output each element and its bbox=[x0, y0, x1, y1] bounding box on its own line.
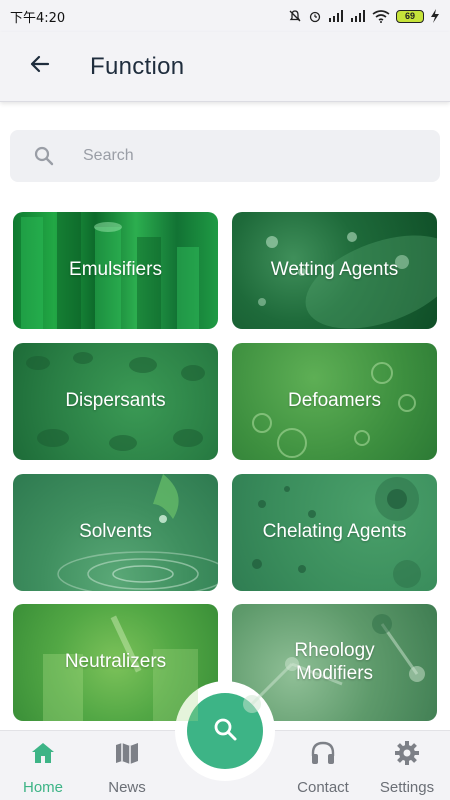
card-label: Neutralizers bbox=[64, 651, 167, 673]
alarm-icon bbox=[308, 9, 322, 23]
status-bar: 下午4:20 69 bbox=[0, 0, 450, 32]
battery-indicator: 69 bbox=[396, 9, 424, 23]
signal-icon-2 bbox=[350, 10, 366, 22]
search-icon bbox=[32, 144, 56, 168]
card-label: Solvents bbox=[79, 521, 152, 543]
nav-label: News bbox=[108, 779, 146, 796]
nav-contact[interactable]: Contact bbox=[283, 737, 363, 797]
nav-settings[interactable]: Settings bbox=[367, 737, 447, 797]
search-input[interactable] bbox=[83, 147, 403, 165]
wifi-icon bbox=[372, 9, 390, 23]
card-chelating-agents[interactable]: Chelating Agents bbox=[232, 474, 437, 591]
card-label: Rheology Modifiers bbox=[294, 639, 375, 684]
home-icon bbox=[29, 739, 57, 767]
function-grid: Emulsifiers Wetting Agents Dispersants D… bbox=[13, 212, 437, 728]
signal-icon-1 bbox=[328, 10, 344, 22]
search-bar[interactable] bbox=[10, 130, 440, 182]
card-emulsifiers[interactable]: Emulsifiers bbox=[13, 212, 218, 329]
gear-icon bbox=[393, 739, 421, 767]
status-icons: 69 bbox=[288, 9, 440, 23]
nav-label: Settings bbox=[379, 779, 435, 796]
headphones-icon bbox=[309, 739, 337, 767]
card-label: Chelating Agents bbox=[262, 521, 407, 543]
card-label: Wetting Agents bbox=[270, 259, 399, 281]
nav-news[interactable]: News bbox=[87, 737, 167, 797]
status-time: 下午4:20 bbox=[10, 10, 66, 26]
card-label: Dispersants bbox=[65, 390, 166, 412]
mute-icon bbox=[288, 9, 302, 23]
card-neutralizers[interactable]: Neutralizers bbox=[13, 604, 218, 721]
back-button[interactable] bbox=[20, 47, 60, 87]
page-title: Function bbox=[90, 52, 185, 80]
card-defoamers[interactable]: Defoamers bbox=[232, 343, 437, 460]
card-label: Defoamers bbox=[288, 390, 381, 412]
card-solvents[interactable]: Solvents bbox=[13, 474, 218, 591]
status-left: 下午4:20 bbox=[10, 7, 65, 26]
card-wetting-agents[interactable]: Wetting Agents bbox=[232, 212, 437, 329]
nav-label: Contact bbox=[297, 779, 349, 796]
nav-label: Home bbox=[22, 779, 63, 796]
card-rheology-modifiers[interactable]: Rheology Modifiers bbox=[232, 604, 437, 721]
arrow-left-icon bbox=[28, 52, 52, 81]
card-dispersants[interactable]: Dispersants bbox=[13, 343, 218, 460]
nav-home[interactable]: Home bbox=[3, 737, 83, 797]
map-icon bbox=[113, 739, 141, 767]
card-label: Emulsifiers bbox=[69, 259, 162, 281]
charging-icon bbox=[430, 9, 440, 23]
app-bar: Function bbox=[0, 32, 450, 102]
